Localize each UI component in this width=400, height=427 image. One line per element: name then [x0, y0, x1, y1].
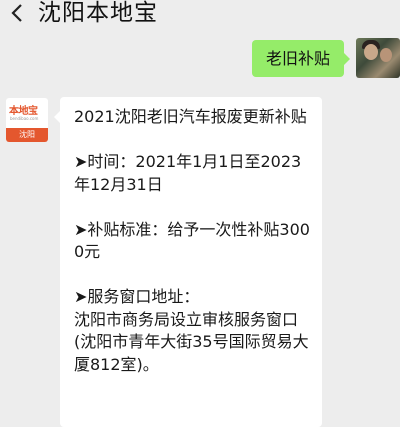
my-avatar[interactable]: [356, 38, 400, 78]
chat-title: 沈阳本地宝: [38, 0, 158, 26]
chat-header: 沈阳本地宝: [0, 0, 400, 40]
bot-avatar[interactable]: 本地宝 bendibao.com 沈阳: [6, 98, 48, 142]
bendibao-logo: 本地宝: [9, 106, 38, 117]
avatar-face: [380, 48, 392, 62]
outgoing-message-bubble[interactable]: 老旧补贴: [251, 40, 351, 77]
chevron-left-icon: [11, 4, 22, 22]
back-button[interactable]: [6, 2, 28, 24]
incoming-message-bubble[interactable]: 2021沈阳老旧汽车报废更新补贴 ➤时间：2021年1月1日至2023年12月3…: [54, 97, 322, 427]
incoming-message-text: 2021沈阳老旧汽车报废更新补贴 ➤时间：2021年1月1日至2023年12月3…: [74, 107, 310, 374]
avatar-face: [364, 44, 378, 60]
logo-url: bendibao.com: [10, 116, 39, 121]
logo-city: 沈阳: [6, 128, 48, 142]
